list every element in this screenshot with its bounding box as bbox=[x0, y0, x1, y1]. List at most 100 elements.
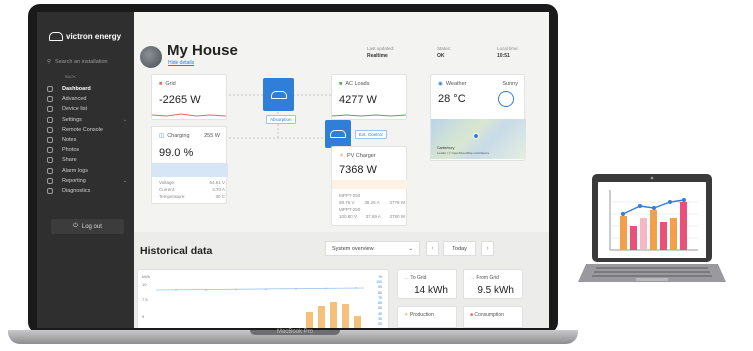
stat-label: To Grid bbox=[410, 275, 427, 281]
pv-row: 100.80 V 37.69 A 3780 W bbox=[339, 214, 405, 219]
to-grid-label: ← To Grid bbox=[404, 275, 426, 281]
row-value: 38.26 A bbox=[364, 200, 380, 205]
ac-loads-label: AC Loads bbox=[345, 81, 370, 87]
inverter-state-badge: Absorption bbox=[266, 115, 296, 124]
battery-power: 255 W bbox=[204, 133, 220, 139]
row-key: 98.75 V bbox=[339, 200, 355, 205]
laptop-brand: MacBook Pro bbox=[276, 329, 313, 335]
chevron-left-icon: ‹ bbox=[431, 245, 434, 252]
app-screen: victron energy ⚲ Search an installation … bbox=[37, 12, 549, 328]
arrow-right-icon: → bbox=[470, 275, 475, 281]
stat-label: Production bbox=[409, 312, 434, 318]
battery-card[interactable]: ◫ Charging 255 W 99.0 % Voltage: 54.61 V C… bbox=[151, 126, 228, 204]
to-grid-value: 14 kWh bbox=[414, 285, 448, 296]
weather-label: Weather bbox=[445, 81, 467, 87]
consumption-label: ■ Consumption bbox=[470, 312, 504, 318]
row-key: Current: bbox=[159, 187, 176, 192]
battery-row: Temperature: 30 C bbox=[159, 194, 225, 199]
victron-logo-icon bbox=[270, 90, 287, 99]
row-power: 3780 W bbox=[389, 214, 405, 219]
chevron-down-icon: ⌄ bbox=[408, 245, 413, 252]
solar-icon: ☀ bbox=[339, 153, 344, 159]
y-tick: 20 bbox=[378, 322, 382, 327]
battery-row: Voltage: 54.61 V bbox=[159, 180, 225, 185]
prev-day-button[interactable]: ‹ bbox=[426, 241, 439, 256]
ac-loads-sparkline bbox=[332, 114, 406, 117]
row-value: 4.70 A bbox=[212, 187, 225, 192]
row-key: MPPT-250 bbox=[339, 193, 361, 198]
history-plot bbox=[156, 287, 365, 328]
battery-icon: ◫ bbox=[159, 133, 165, 139]
pv-row: MPPT-250 bbox=[339, 207, 405, 212]
history-chart[interactable]: kWh % 10 7.5 5 100 90 80 70 60 50 40 30 … bbox=[137, 269, 389, 328]
y-ticks-right: 100 90 80 70 60 50 40 30 20 bbox=[376, 280, 382, 328]
map-place: Canterbury bbox=[437, 146, 455, 150]
from-grid-stat: → From Grid 9.5 kWh bbox=[463, 269, 523, 299]
production-stat: ☀ Production bbox=[397, 306, 457, 328]
production-label: ☀ Production bbox=[404, 312, 434, 318]
grid-sparkline bbox=[152, 113, 226, 117]
row-key: Temperature: bbox=[159, 194, 186, 199]
location-pin-icon: ◉ bbox=[438, 81, 443, 87]
grid-card-header: ■ Grid bbox=[159, 81, 176, 87]
pv-charger-card[interactable]: ☀ PV Charger 7368 W MPPT-250 98.75 V 38.26… bbox=[331, 146, 408, 226]
chevron-right-icon: › bbox=[486, 245, 489, 252]
grid-card[interactable]: ■ Grid -2265 W bbox=[151, 74, 227, 120]
y-tick: 5 bbox=[142, 314, 145, 319]
ac-loads-icon: ■ bbox=[339, 81, 343, 87]
map-attribution[interactable]: Leaflet | © OpenStreetMap contributors bbox=[437, 151, 489, 155]
row-value: 54.61 V bbox=[209, 180, 225, 185]
battery-label: Charging bbox=[167, 133, 190, 139]
ac-loads-card[interactable]: ■ AC Loads 4277 W bbox=[331, 74, 407, 120]
row-value: 37.69 A bbox=[365, 214, 381, 219]
grid-label: Grid bbox=[165, 81, 176, 87]
grid-value: -2265 W bbox=[159, 94, 201, 106]
y-axis-unit-right: % bbox=[378, 274, 382, 279]
y-tick: 7.5 bbox=[142, 297, 148, 302]
pv-value: 7368 W bbox=[339, 164, 377, 176]
select-value: System overview bbox=[332, 245, 374, 252]
to-grid-stat: ← To Grid 14 kWh bbox=[397, 269, 457, 299]
pv-label: PV Charger bbox=[346, 153, 376, 159]
battery-row: Current: 4.70 A bbox=[159, 187, 225, 192]
ess-control-badge: Ext. Control bbox=[355, 130, 387, 139]
chart-type-select[interactable]: System overview ⌄ bbox=[325, 241, 420, 256]
row-key: Voltage: bbox=[159, 180, 176, 185]
consumption-stat: ■ Consumption bbox=[463, 306, 523, 328]
ac-loads-header: ■ AC Loads bbox=[339, 81, 369, 87]
pv-row: MPPT-250 bbox=[339, 193, 405, 198]
pv-header: ☀ PV Charger bbox=[339, 153, 376, 159]
row-key: MPPT-250 bbox=[339, 207, 361, 212]
stat-label: From Grid bbox=[476, 275, 499, 281]
battery-soc: 99.0 % bbox=[159, 147, 194, 159]
arrow-left-icon: ← bbox=[404, 275, 409, 281]
pv-sparkline-area bbox=[332, 180, 408, 189]
sun-icon bbox=[498, 91, 514, 107]
ess-hub[interactable] bbox=[325, 120, 351, 148]
laptop-chart-illustration bbox=[578, 174, 726, 282]
ac-loads-value: 4277 W bbox=[339, 94, 377, 106]
historical-title: Historical data bbox=[140, 245, 213, 257]
pv-row: 98.75 V 38.26 A 3778 W bbox=[339, 200, 405, 205]
row-key: 100.80 V bbox=[339, 214, 358, 219]
y-axis-unit-left: kWh bbox=[142, 274, 150, 279]
victron-logo-icon bbox=[330, 130, 346, 138]
weather-condition: Sunny bbox=[502, 81, 518, 87]
grid-icon: ■ bbox=[159, 81, 163, 87]
inverter-hub[interactable] bbox=[263, 78, 294, 111]
row-power: 3778 W bbox=[389, 200, 405, 205]
weather-temperature: 28 °C bbox=[438, 93, 466, 105]
weather-card: ◉ Weather Sunny 28 °C Canterbury Leaflet … bbox=[430, 74, 526, 161]
from-grid-label: → From Grid bbox=[470, 275, 499, 281]
weather-map[interactable]: Canterbury Leaflet | © OpenStreetMap con… bbox=[431, 119, 526, 159]
stat-label: Consumption bbox=[474, 312, 504, 318]
battery-header: ◫ Charging bbox=[159, 133, 190, 139]
weather-header: ◉ Weather bbox=[438, 81, 467, 87]
today-button[interactable]: Today bbox=[443, 241, 476, 256]
battery-soc-bar bbox=[152, 163, 228, 177]
row-value: 30 C bbox=[215, 194, 225, 199]
y-tick: 10 bbox=[142, 282, 147, 287]
map-marker-icon bbox=[473, 133, 479, 139]
next-day-button[interactable]: › bbox=[481, 241, 494, 256]
from-grid-value: 9.5 kWh bbox=[477, 285, 514, 296]
